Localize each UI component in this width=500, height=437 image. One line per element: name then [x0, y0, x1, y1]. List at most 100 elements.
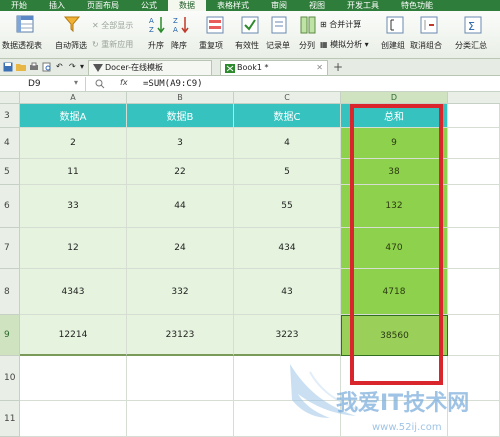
table-cell[interactable] — [127, 401, 234, 437]
sort-ascending-icon[interactable]: A Z — [148, 15, 166, 35]
sum-cell[interactable]: 132 — [341, 185, 448, 228]
sum-cell[interactable]: 9 — [341, 128, 448, 159]
row-header[interactable]: 7 — [0, 228, 20, 269]
open-folder-icon[interactable] — [16, 62, 26, 72]
table-cell[interactable] — [234, 401, 341, 437]
ungroup-icon[interactable] — [420, 16, 438, 34]
column-header-a[interactable]: A — [20, 92, 127, 104]
row-header[interactable]: 11 — [0, 401, 20, 437]
table-cell[interactable]: 4343 — [20, 269, 127, 315]
table-cell[interactable] — [448, 315, 500, 356]
active-sum-cell[interactable]: 38560 — [341, 315, 448, 356]
column-header-d[interactable]: D — [341, 92, 448, 104]
table-cell[interactable]: 12214 — [20, 315, 127, 356]
menu-formulas[interactable]: 公式 — [130, 0, 168, 11]
table-cell[interactable]: 4 — [234, 128, 341, 159]
formula-input[interactable]: =SUM(A9:C9) — [143, 77, 203, 91]
table-cell[interactable]: 12 — [20, 228, 127, 269]
row-header[interactable]: 6 — [0, 185, 20, 228]
table-cell[interactable]: 2 — [20, 128, 127, 159]
subtotal-icon[interactable]: Σ — [464, 16, 482, 34]
column-header-e[interactable] — [448, 92, 500, 104]
new-tab-button[interactable]: + — [333, 60, 343, 74]
table-cell[interactable] — [127, 356, 234, 401]
show-all-button[interactable]: ✕ 全部显示 — [92, 20, 133, 31]
autofilter-button[interactable]: 自动筛选 — [55, 40, 87, 51]
table-cell[interactable] — [20, 356, 127, 401]
table-cell[interactable] — [234, 356, 341, 401]
table-cell[interactable] — [448, 159, 500, 185]
menu-insert[interactable]: 插入 — [38, 0, 76, 11]
tab-docer[interactable]: Docer-在线模板 — [88, 60, 212, 75]
table-cell[interactable]: 332 — [127, 269, 234, 315]
select-all-corner[interactable] — [0, 92, 20, 104]
table-header-cell[interactable]: 数据B — [127, 104, 234, 128]
pivot-table-button[interactable]: 数据透视表 — [2, 40, 42, 51]
what-if-button[interactable]: ▦ 模拟分析 ▾ — [320, 39, 369, 50]
split-column-button[interactable]: 分列 — [299, 40, 315, 51]
quick-access-dropdown-icon[interactable]: ▾ — [80, 62, 84, 71]
table-cell[interactable]: 3 — [127, 128, 234, 159]
table-cell[interactable]: 43 — [234, 269, 341, 315]
row-header[interactable]: 9 — [0, 315, 20, 356]
table-cell[interactable] — [448, 269, 500, 315]
group-icon[interactable] — [386, 16, 404, 34]
zoom-icon[interactable] — [95, 79, 105, 89]
subtotal-button[interactable]: 分类汇总 — [455, 40, 487, 51]
row-header[interactable]: 8 — [0, 269, 20, 315]
table-cell[interactable]: 44 — [127, 185, 234, 228]
undo-icon[interactable]: ↶ — [56, 62, 63, 71]
table-cell[interactable]: 55 — [234, 185, 341, 228]
print-preview-icon[interactable] — [42, 62, 52, 72]
table-cell[interactable] — [448, 104, 500, 128]
record-form-button[interactable]: 记录单 — [266, 40, 290, 51]
create-group-button[interactable]: 创建组 — [381, 40, 405, 51]
sum-cell[interactable]: 38 — [341, 159, 448, 185]
table-cell[interactable]: 434 — [234, 228, 341, 269]
row-header[interactable]: 3 — [0, 104, 20, 128]
table-cell[interactable] — [341, 356, 448, 401]
close-tab-icon[interactable]: ✕ — [316, 61, 323, 75]
sum-cell[interactable]: 4718 — [341, 269, 448, 315]
menu-data[interactable]: 数据 — [168, 0, 206, 11]
name-box-dropdown-icon[interactable]: ▾ — [74, 78, 78, 87]
filter-icon[interactable] — [63, 15, 81, 33]
column-header-b[interactable]: B — [127, 92, 234, 104]
split-column-icon[interactable] — [300, 16, 316, 34]
menu-table-style[interactable]: 表格样式 — [206, 0, 260, 11]
ungroup-button[interactable]: 取消组合 — [410, 40, 442, 51]
sum-cell[interactable]: 470 — [341, 228, 448, 269]
duplicates-icon[interactable] — [206, 16, 224, 34]
menu-developer[interactable]: 开发工具 — [336, 0, 390, 11]
table-cell[interactable] — [448, 185, 500, 228]
table-cell[interactable] — [448, 228, 500, 269]
table-cell[interactable] — [448, 356, 500, 401]
menu-page-layout[interactable]: 页面布局 — [76, 0, 130, 11]
table-cell[interactable]: 5 — [234, 159, 341, 185]
sort-descending-button[interactable]: 降序 — [171, 40, 187, 51]
duplicates-button[interactable]: 重复项 — [199, 40, 223, 51]
table-cell[interactable] — [448, 401, 500, 437]
menu-home[interactable]: 开始 — [0, 0, 38, 11]
column-header-c[interactable]: C — [234, 92, 341, 104]
table-header-cell[interactable]: 总和 — [341, 104, 448, 128]
table-header-cell[interactable]: 数据C — [234, 104, 341, 128]
table-cell[interactable] — [341, 401, 448, 437]
validity-button[interactable]: 有效性 — [235, 40, 259, 51]
row-header[interactable]: 5 — [0, 159, 20, 185]
table-cell[interactable]: 3223 — [234, 315, 341, 356]
save-icon[interactable] — [3, 62, 13, 72]
consolidate-button[interactable]: ⊞ 合并计算 — [320, 19, 361, 30]
table-cell[interactable] — [448, 128, 500, 159]
record-form-icon[interactable] — [270, 16, 288, 34]
table-cell[interactable] — [20, 401, 127, 437]
menu-view[interactable]: 视图 — [298, 0, 336, 11]
table-cell[interactable]: 22 — [127, 159, 234, 185]
validity-icon[interactable] — [241, 16, 259, 34]
redo-icon[interactable]: ↷ — [69, 62, 76, 71]
tab-book1[interactable]: Book1 * ✕ — [220, 60, 328, 75]
pivot-table-icon[interactable] — [16, 15, 34, 33]
row-header[interactable]: 4 — [0, 128, 20, 159]
menu-special[interactable]: 特色功能 — [390, 0, 444, 11]
table-cell[interactable]: 11 — [20, 159, 127, 185]
